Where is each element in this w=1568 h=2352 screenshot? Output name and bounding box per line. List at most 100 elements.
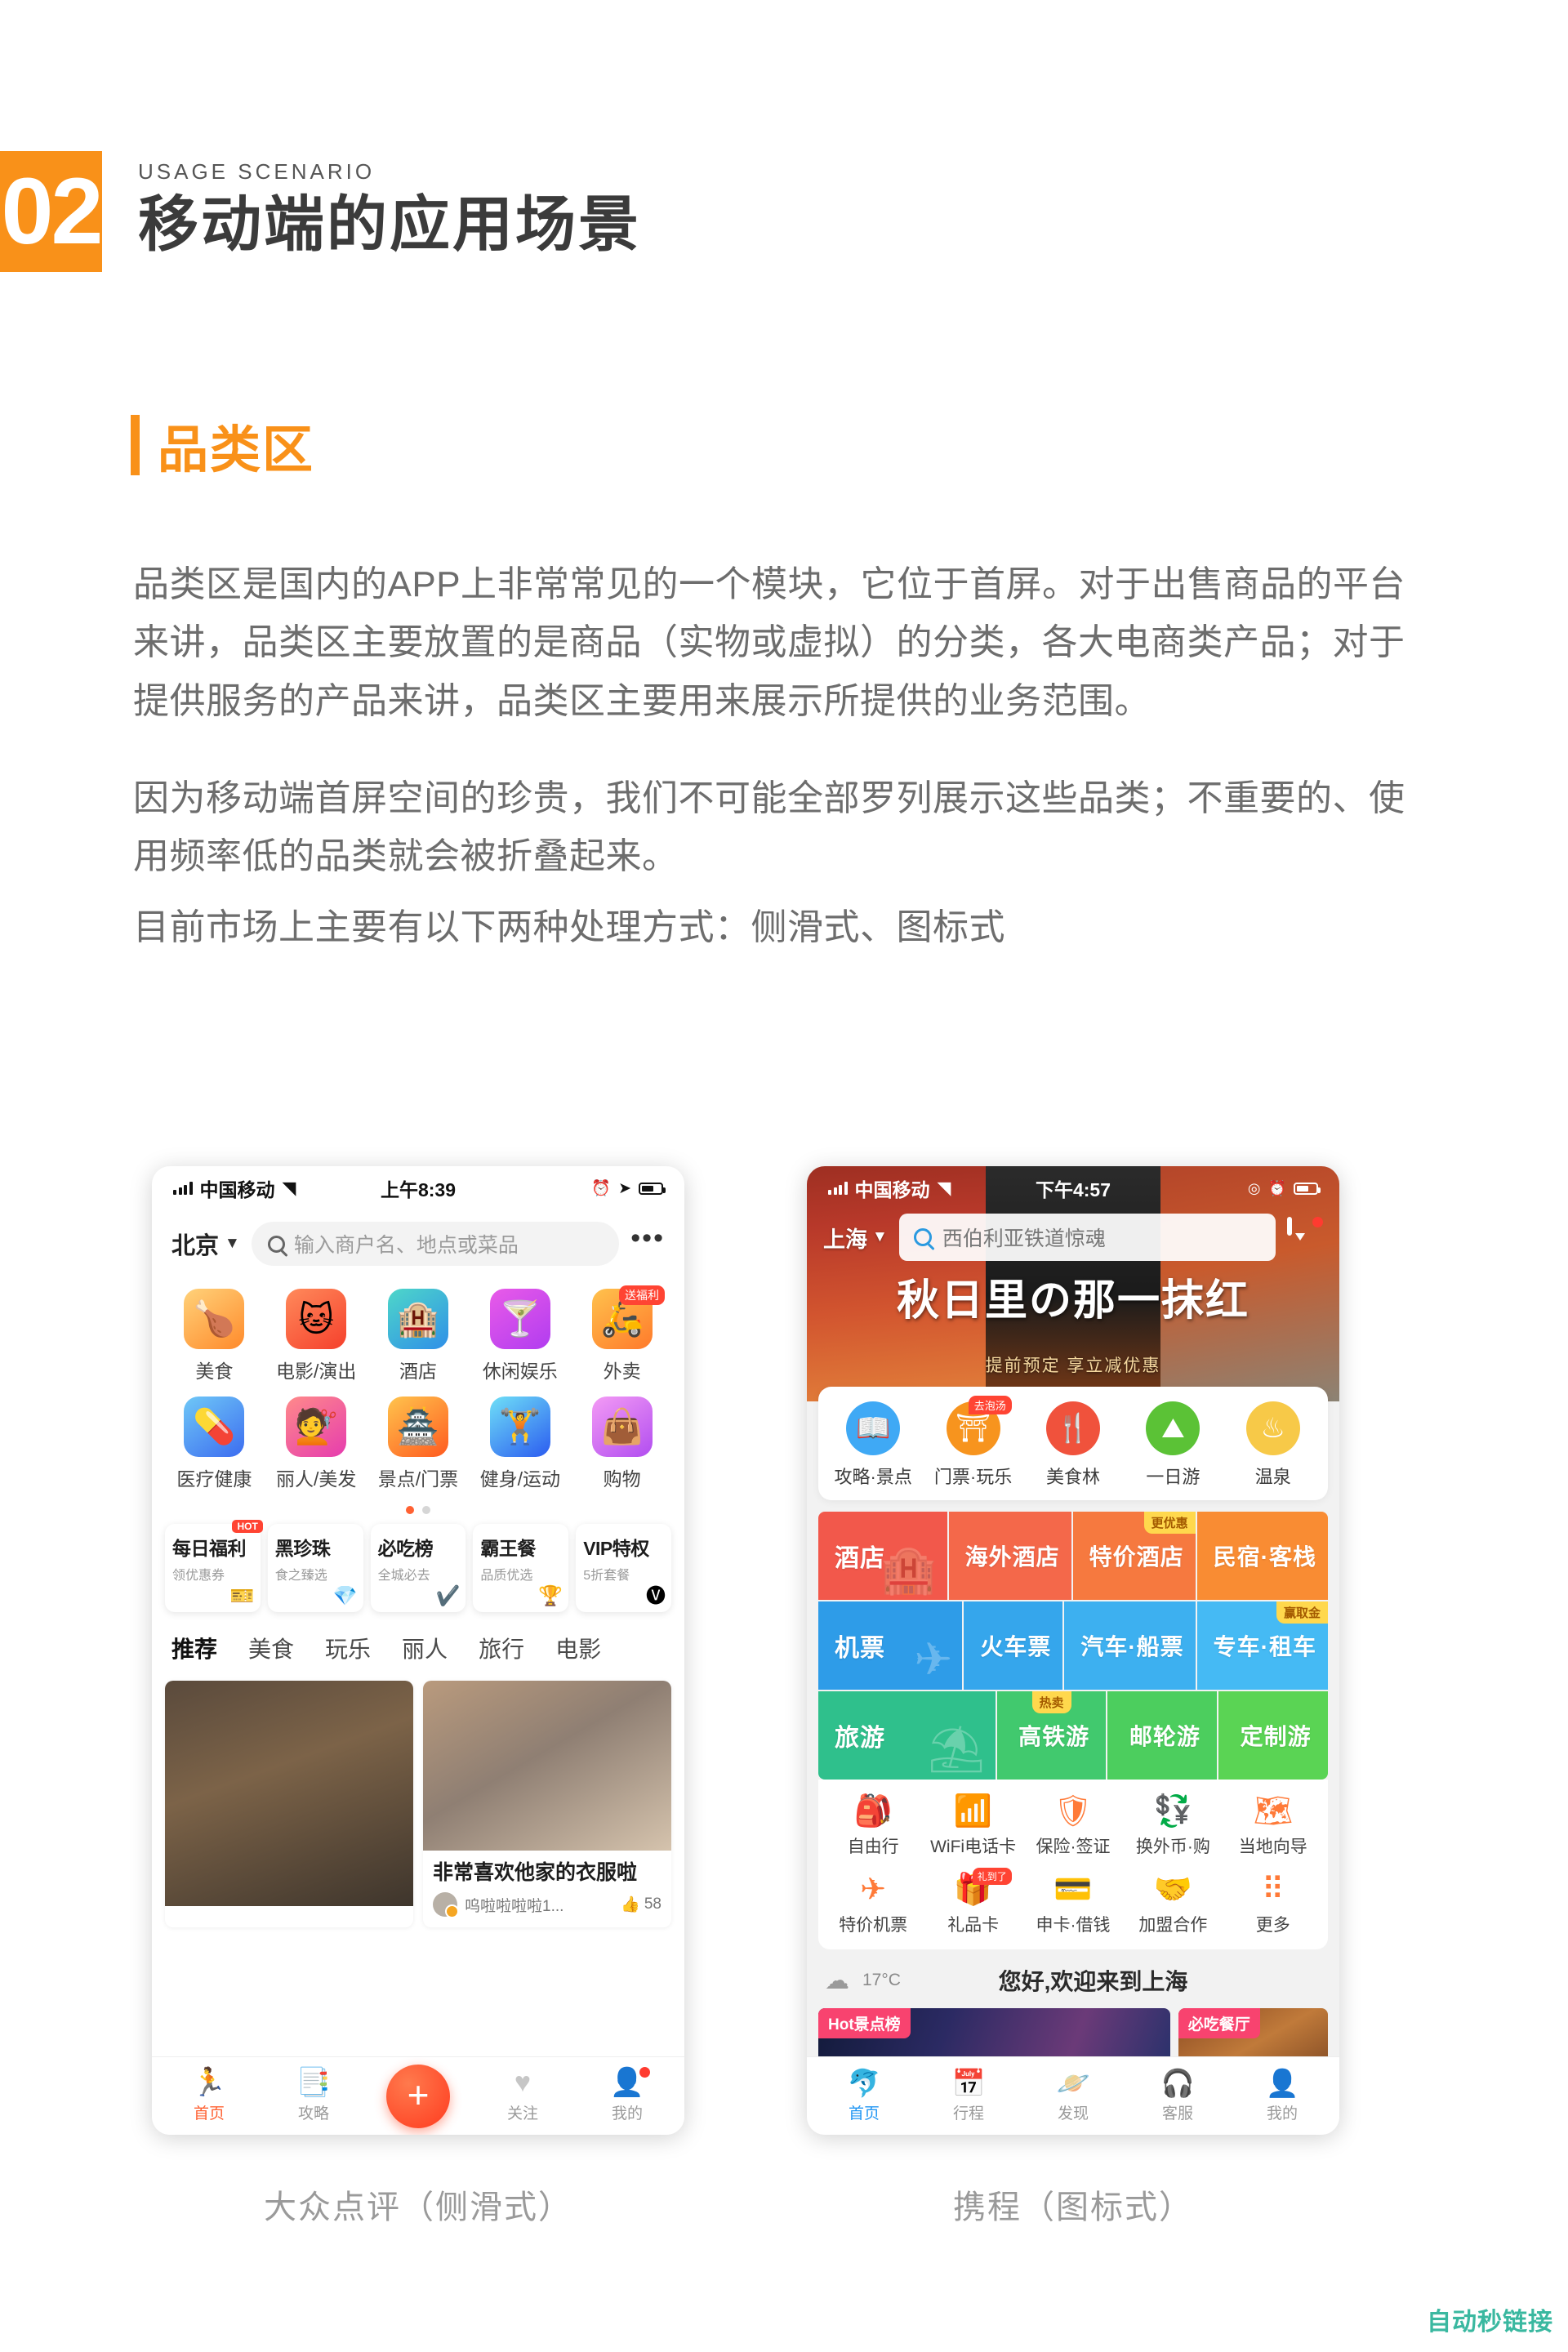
tile-label: 酒店 [835,1545,885,1572]
category-label: 健身/运动 [479,1468,560,1490]
category-icon: 💇 [286,1396,347,1457]
pager-dot-2[interactable] [422,1506,430,1514]
bottom-nav-item-4[interactable]: 👤 我的 [1230,2069,1334,2123]
bottom-nav-item-2[interactable]: 🪐 发现 [1021,2069,1125,2123]
city-selector[interactable]: 北京 ▼ [172,1227,240,1261]
nav-label: 关注 [506,2105,538,2123]
dianping-top-bar: 北京 ▼ 输入商户名、地点或菜品 ••• [152,1210,684,1281]
mini-icon-label: 保险·签证 [1036,1838,1111,1856]
quick-icon-item[interactable]: ⛰ 一日游 [1123,1401,1223,1489]
mini-icon-item[interactable]: ✈ 特价机票 [823,1874,923,1936]
service-tile[interactable]: 邮轮游 [1107,1691,1218,1780]
dianping-caption: 大众点评（侧滑式） [264,2189,572,2225]
promo-card[interactable]: VIP特权 5折套餐 🅥 [576,1524,671,1612]
tile-badge: 赢取金 [1276,1601,1328,1624]
search-input[interactable]: 输入商户名、地点或菜品 [251,1222,620,1266]
bottom-nav-item-1[interactable]: 📑 攻略 [261,2069,366,2123]
mini-icon-item[interactable]: 🛡 保险·签证 [1023,1796,1123,1858]
bottom-nav-item-3[interactable]: ♥ 关注 [470,2069,575,2123]
tile-row: 机票 ✈ 火车票 汽车·船票 专车·租车 赢取金 [818,1601,1328,1690]
nav-icon: 👤 [609,2067,645,2098]
service-tile[interactable]: 民宿·客栈 [1196,1512,1328,1600]
pager-dot-1[interactable] [406,1506,414,1514]
promo-subtitle: 品质优选 [480,1569,533,1583]
category-item[interactable]: 🏯 景点/门票 [368,1396,470,1491]
service-tile[interactable]: 旅游 ⛱ [818,1691,996,1780]
mini-icon-item[interactable]: 📶 WiFi电话卡 [923,1796,1022,1858]
search-value: 西伯利亚铁道惊魂 [942,1227,1106,1250]
promo-card[interactable]: 黑珍珠 食之臻选 💎 [267,1524,363,1612]
quick-icon-label: 攻略·景点 [834,1467,912,1487]
ctrip-mini-icon-grid: 🎒 自由行 📶 WiFi电话卡 🛡 保险·签证 💱 换外币·购 🗺 当地向导 ✈ 特价机票 🎁 礼品卡 礼到… [818,1780,1328,1949]
mini-icon-item[interactable]: ⠿ 更多 [1223,1874,1323,1936]
mini-icon-item[interactable]: 💱 换外币·购 [1123,1796,1223,1858]
thumbs-up-icon: 👍 [621,1896,640,1914]
feed-tab[interactable]: 玩乐 [325,1632,371,1673]
bottom-nav-item-3[interactable]: 🎧 客服 [1125,2069,1230,2123]
bottom-nav-item-0[interactable]: 🐬 首页 [812,2069,916,2123]
feed-tab[interactable]: 推荐 [172,1632,218,1673]
service-tile[interactable]: 火车票 [964,1601,1063,1690]
mini-icon-label: 加盟合作 [1138,1916,1208,1935]
mini-icon: 🤝 [1153,1873,1193,1907]
city-selector[interactable]: 上海 ▼ [823,1222,888,1254]
service-tile[interactable]: 机票 ✈ [818,1601,963,1690]
bottom-nav-item-1[interactable]: 📅 行程 [916,2069,1021,2123]
search-input[interactable]: 西伯利亚铁道惊魂 [898,1214,1276,1261]
category-item[interactable]: 🍗 美食 [163,1289,265,1383]
dianping-bottom-nav: 🏃 首页 📑 攻略 + ♥ 关注 👤 我的 [152,2056,684,2135]
service-tile[interactable]: 汽车·船票 [1064,1601,1196,1690]
feed-tab[interactable]: 电影 [555,1632,601,1673]
alarm-icon: ⏰ [591,1180,612,1197]
mini-icon-item[interactable]: 🗺 当地向导 [1223,1796,1323,1858]
feed-card[interactable]: 非常喜欢他家的衣服啦 呜啦啦啦啦1... 👍 58 [423,1681,671,1928]
service-tile[interactable]: 海外酒店 [948,1512,1071,1600]
chevron-down-icon: ▼ [872,1228,888,1245]
category-item[interactable]: 🛵 外卖 送福利 [571,1285,673,1383]
service-tile[interactable]: 定制游 [1218,1691,1328,1780]
add-post-button[interactable]: + [386,2064,450,2128]
category-item[interactable]: 🏋 健身/运动 [469,1396,571,1491]
mini-icon-label: 申卡·借钱 [1036,1916,1111,1935]
dianping-status-bar: 中国移动 ◥ 上午8:39 ⏰ ➤ [152,1166,684,1210]
mini-icon-badge: 礼到了 [972,1868,1012,1885]
service-tile[interactable]: 特价酒店 更优惠 [1072,1512,1196,1600]
mini-icon-item[interactable]: 💳 申卡·借钱 [1023,1874,1123,1936]
tile-label: 汽车·船票 [1080,1634,1184,1659]
more-options-button[interactable]: ••• [630,1224,665,1254]
quick-icon-item[interactable]: ⛩ 门票·玩乐 去泡汤 [923,1396,1022,1489]
nav-icon: 👤 [1265,2067,1299,2098]
category-item[interactable]: 💇 丽人/美发 [265,1396,368,1491]
category-item[interactable]: 🏨 酒店 [368,1289,470,1383]
bottom-nav-item-4[interactable]: 👤 我的 [575,2067,679,2123]
quick-icon-item[interactable]: 📖 攻略·景点 [823,1401,923,1489]
promo-card[interactable]: 霸王餐 品质优选 🏆 [473,1524,569,1612]
bottom-nav-item-0[interactable]: 🏃 首页 [157,2069,261,2123]
category-label: 景点/门票 [377,1468,459,1490]
mini-icon-label: 特价机票 [839,1916,908,1935]
feed-card[interactable] [165,1681,413,1928]
category-icon: 🐱 [286,1289,347,1349]
service-tile[interactable]: 酒店 🏨 [818,1512,947,1600]
category-item[interactable]: 👜 购物 [571,1396,673,1491]
quick-icon-item[interactable]: 🍴 美食林 [1023,1401,1123,1489]
category-item[interactable]: 🍸 休闲娱乐 [469,1289,571,1383]
messages-button[interactable] [1287,1217,1323,1255]
feed-tab[interactable]: 旅行 [479,1632,524,1673]
mini-icon-item[interactable]: 🎁 礼品卡 礼到了 [923,1868,1022,1936]
mini-icon-item[interactable]: 🎒 自由行 [823,1796,923,1858]
promo-card[interactable]: 必吃榜 全城必去 ✔️ [370,1524,466,1612]
feed-tab[interactable]: 美食 [248,1632,294,1673]
feed-tab[interactable]: 丽人 [402,1632,448,1673]
tile-badge: 更优惠 [1143,1512,1196,1534]
quick-icon-item[interactable]: ♨ 温泉 [1223,1401,1323,1489]
bottom-nav-item-add[interactable]: + [366,2064,470,2128]
mini-icon-item[interactable]: 🤝 加盟合作 [1123,1874,1223,1936]
service-tile[interactable]: 专车·租车 赢取金 [1196,1601,1328,1690]
grid-pager[interactable] [152,1494,684,1524]
service-tile[interactable]: 高铁游 热卖 [996,1691,1107,1780]
promo-card[interactable]: 每日福利 领优惠券 🎫 HOT [165,1520,263,1612]
like-count[interactable]: 👍 58 [621,1895,662,1914]
category-item[interactable]: 💊 医疗健康 [163,1396,265,1491]
category-item[interactable]: 🐱 电影/演出 [265,1289,368,1383]
